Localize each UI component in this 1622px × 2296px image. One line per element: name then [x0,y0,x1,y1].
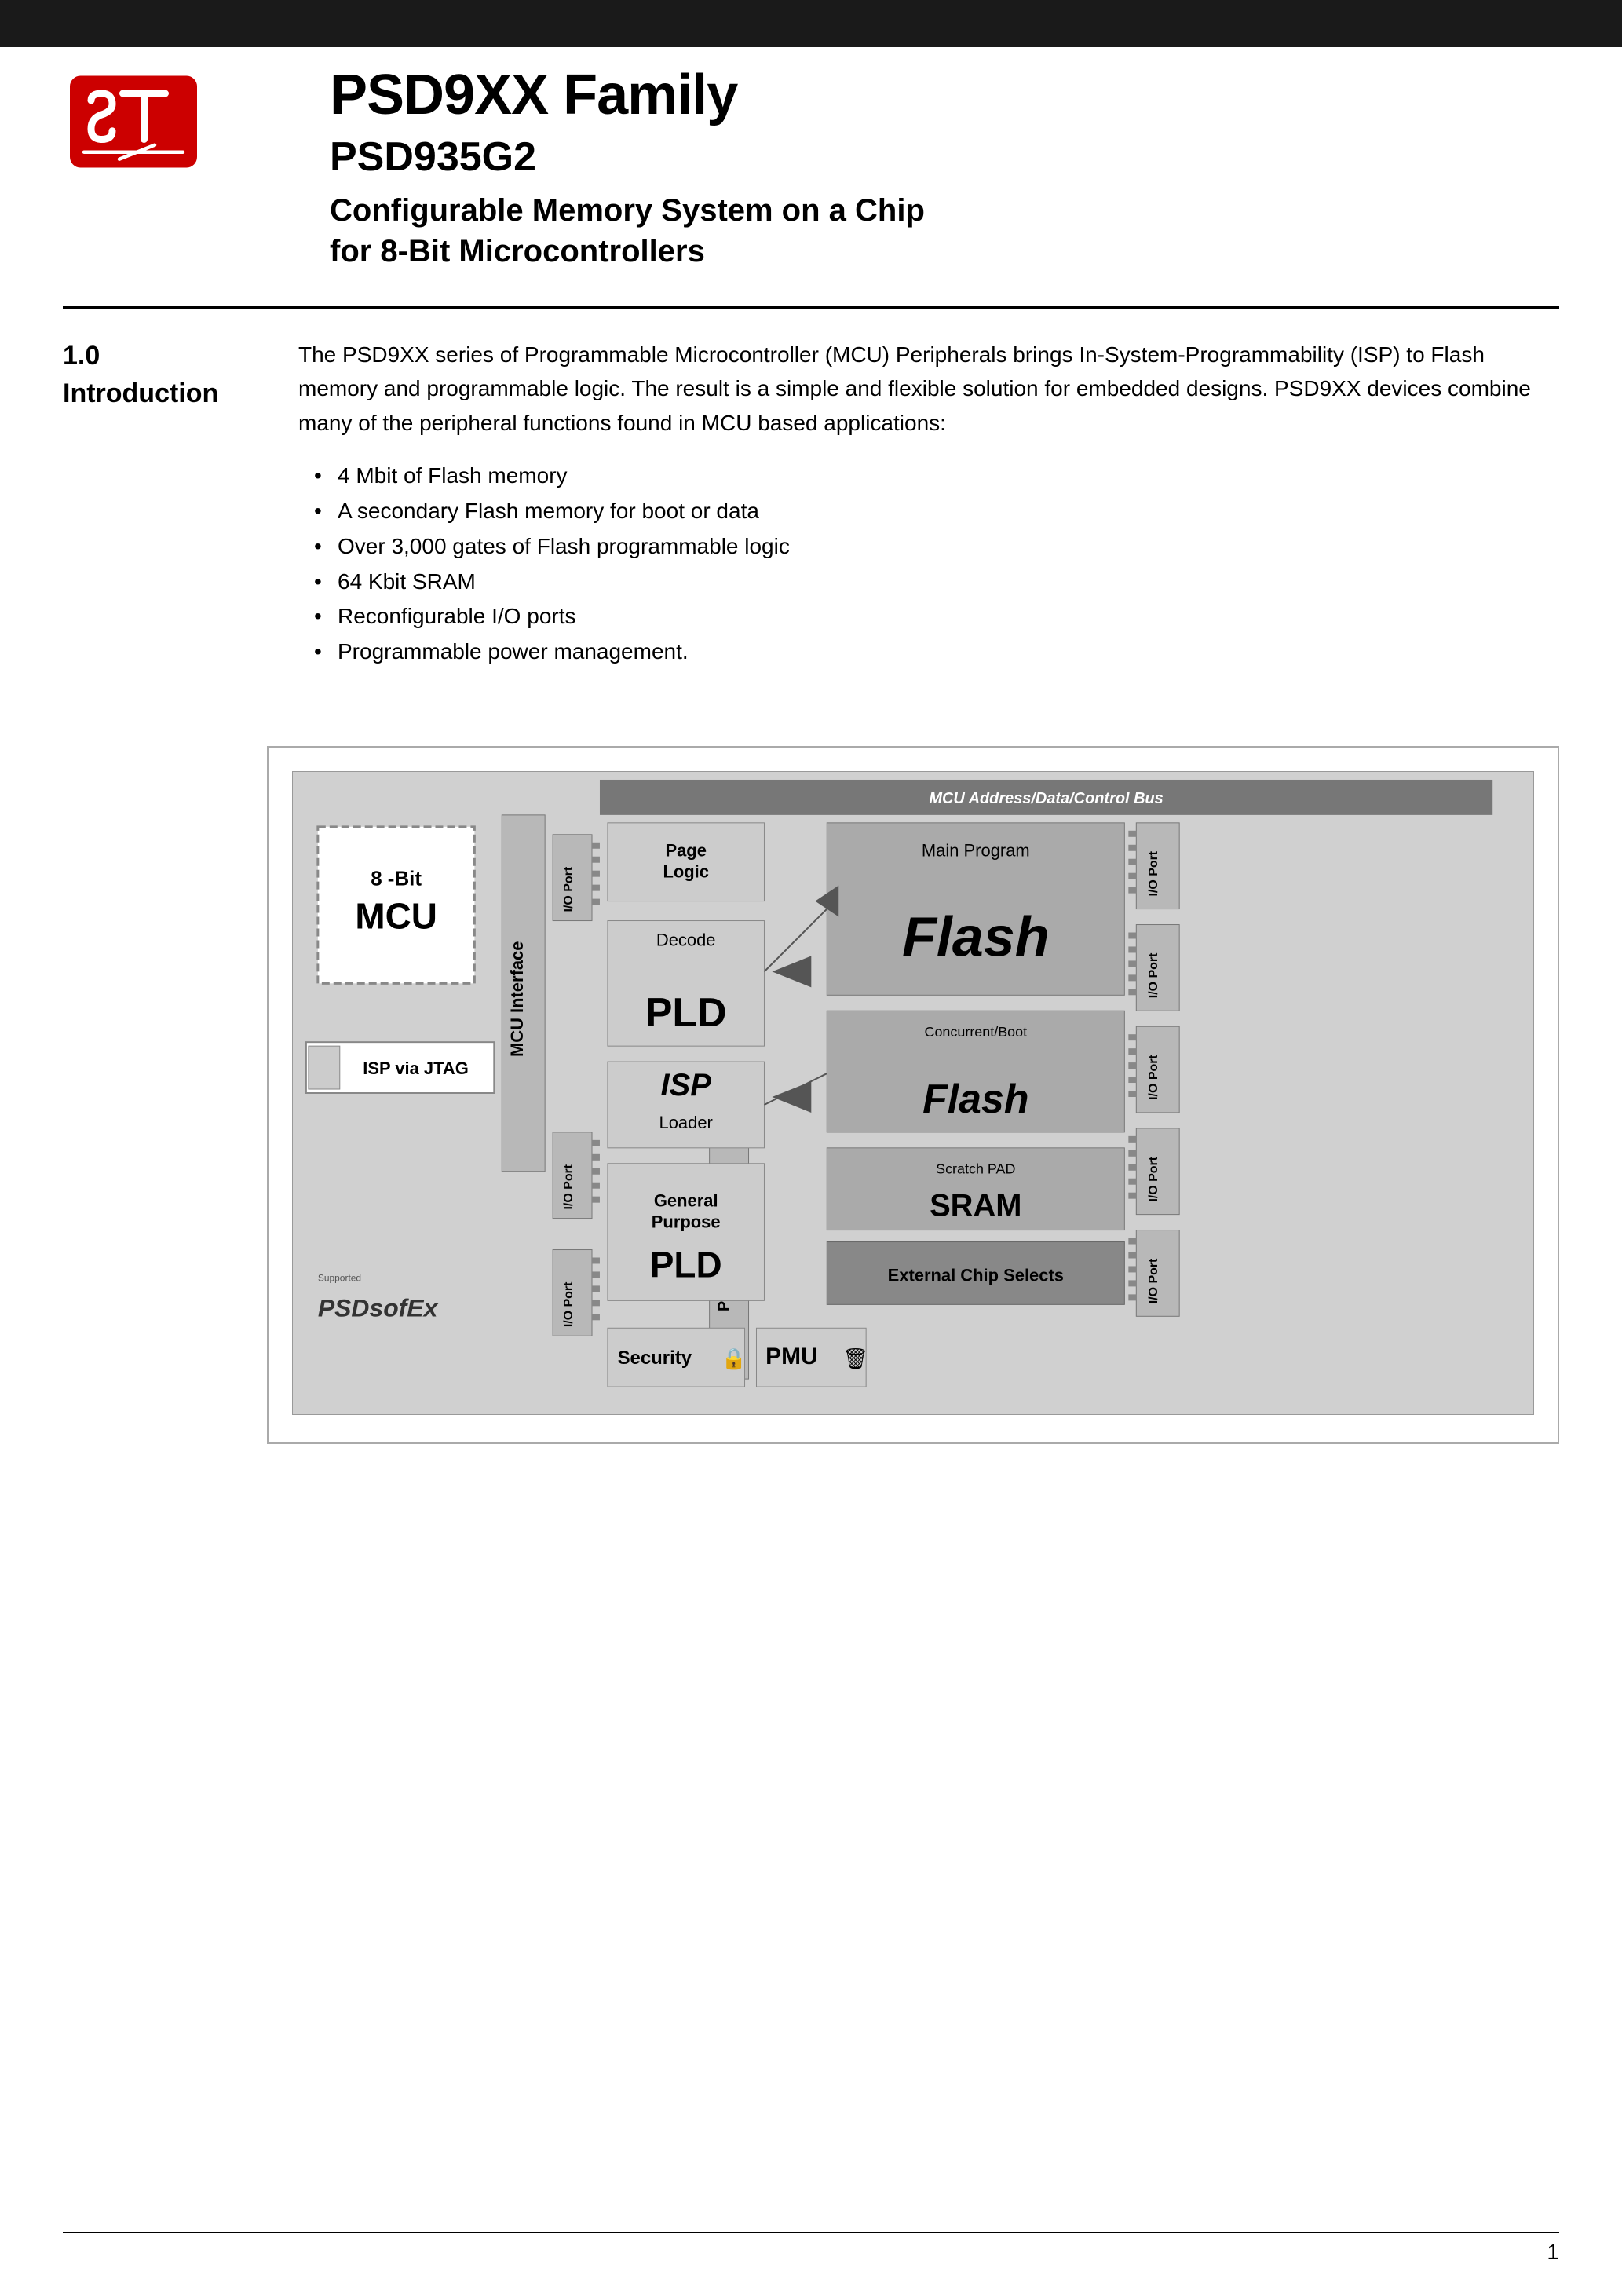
concurrent-label: Concurrent/Boot [924,1024,1027,1040]
header-divider [63,306,1559,309]
section-title: Introduction [63,375,259,413]
st-logo-svg [63,63,204,181]
security-label: Security [618,1347,692,1369]
decode-label: Decode [656,930,716,949]
page-number: 1 [1547,2239,1559,2265]
list-item: Reconfigurable I/O ports [314,599,1559,634]
list-item: 64 Kbit SRAM [314,565,1559,600]
list-item: Over 3,000 gates of Flash programmable l… [314,529,1559,565]
io-port-right-2: I/O Port [1147,952,1160,998]
list-item: Programmable power management. [314,634,1559,670]
address-bus-label: MCU Address/Data/Control Bus [929,790,1163,807]
gp-label2: Purpose [652,1212,721,1232]
list-item: A secondary Flash memory for boot or dat… [314,494,1559,529]
lock-icon: 🔒 [721,1348,747,1370]
arrow-to-flash [772,956,811,987]
block-diagram-svg: MCU Address/Data/Control Bus 8 -Bit MCU … [292,771,1534,1415]
boot-flash-label: Flash [922,1076,1028,1121]
footer-divider [63,2232,1559,2233]
pmu-label: PMU [765,1344,817,1369]
diagram-container: MCU Address/Data/Control Bus 8 -Bit MCU … [267,746,1559,1444]
mcu-label: MCU [355,896,437,937]
supported-label: Supported [318,1272,361,1283]
intro-paragraph: The PSD9XX series of Programmable Microc… [298,338,1559,440]
main-flash-label: Flash [902,905,1050,968]
io-port-left-3: I/O Port [562,1281,575,1327]
feature-list: 4 Mbit of Flash memory A secondary Flash… [314,459,1559,670]
mcu-interface-label: MCU Interface [507,941,527,1058]
isp-jtag-label: ISP via JTAG [363,1058,469,1078]
io-port-right-3: I/O Port [1147,1055,1160,1100]
gp-pld-label: PLD [650,1244,722,1285]
product-model: PSD935G2 [330,133,1559,181]
loader-label: Loader [659,1113,713,1132]
section-label: 1.0 Introduction [63,338,259,412]
isp-label: ISP [661,1068,712,1102]
pmu-icon: 🗑 [842,1347,868,1370]
io-port-right-1: I/O Port [1147,850,1160,896]
main-content: The PSD9XX series of Programmable Microc… [298,338,1559,670]
gp-label1: General [654,1191,718,1211]
page-logic-label2: Logic [663,862,709,882]
product-family: PSD9XX Family [330,63,1559,127]
io-port-right-4: I/O Port [1147,1156,1160,1201]
main-program-label: Main Program [922,841,1030,861]
arrow-isp [772,1081,811,1113]
io-port-left-1: I/O Port [562,866,575,912]
title-block: PSD9XX Family PSD935G2 Configurable Memo… [330,63,1559,272]
sram-label: SRAM [930,1189,1021,1223]
psd-logo-text: PSDsofEx [318,1293,439,1322]
header-bar [0,0,1622,47]
section-number: 1.0 [63,338,259,375]
ext-chip-label: External Chip Selects [888,1265,1064,1285]
pld-label: PLD [645,989,727,1035]
page-logic-label: Page [665,841,706,861]
io-port-left-2: I/O Port [562,1164,575,1209]
product-description: Configurable Memory System on a Chip for… [330,190,1559,272]
scratch-pad-label: Scratch PAD [936,1161,1015,1177]
mcu-8bit-label: 8 -Bit [371,868,422,890]
logo-area [63,63,236,204]
list-item: 4 Mbit of Flash memory [314,459,1559,494]
io-port-right-5: I/O Port [1147,1258,1160,1303]
